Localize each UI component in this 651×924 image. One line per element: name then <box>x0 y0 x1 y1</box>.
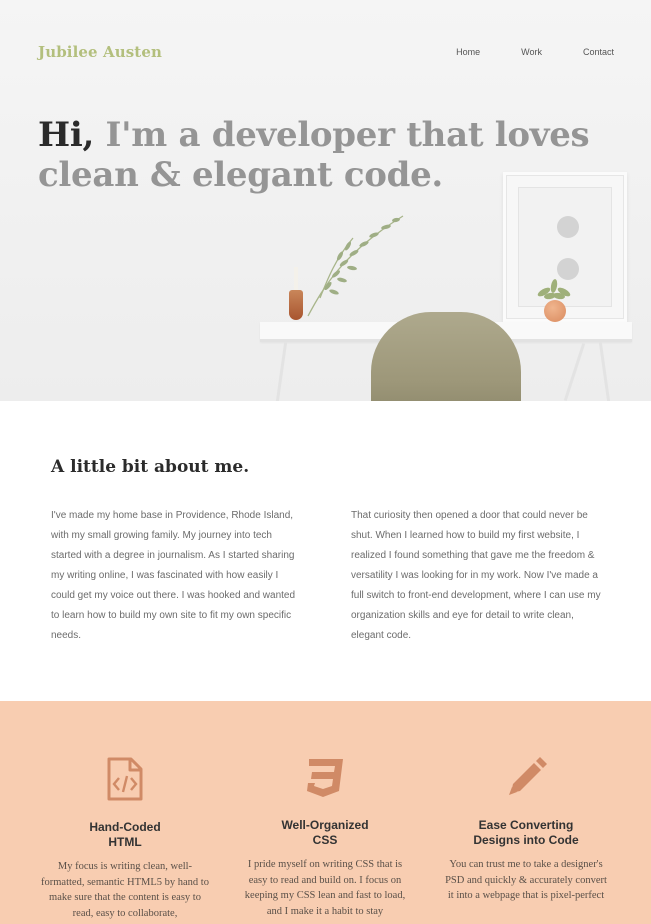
about-title: A little bit about me. <box>51 457 250 477</box>
hero-section: Jubilee Austen Home Work Contact Hi, I'm… <box>0 0 651 401</box>
main-nav: Home Work Contact <box>415 47 614 57</box>
vase-image <box>289 290 303 320</box>
nav-link-work[interactable]: Work <box>521 47 542 57</box>
skill-title: Ease Converting Designs into Code <box>473 818 579 847</box>
desk-leg <box>563 343 586 401</box>
hero-headline: Hi, I'm a developer that loves clean & e… <box>38 115 598 195</box>
skill-description: My focus is writing clean, well-formatte… <box>41 861 209 919</box>
skill-description: I pride myself on writing CSS that is ea… <box>244 859 406 917</box>
site-logo[interactable]: Jubilee Austen <box>38 43 162 61</box>
chair-image <box>371 312 521 401</box>
pencil-icon <box>509 757 547 795</box>
skill-title: Well-Organized CSS <box>281 818 369 847</box>
hero-headline-text: I'm a developer that loves clean & elega… <box>38 115 590 195</box>
skill-card-css: Well-Organized CSS I pride myself on wri… <box>240 701 410 919</box>
hero-greeting: Hi, <box>38 115 94 155</box>
skill-title: Hand-Coded HTML <box>89 820 161 849</box>
about-paragraph-left: I've made my home base in Providence, Rh… <box>51 510 296 641</box>
about-paragraph-right: That curiosity then opened a door that c… <box>351 510 601 641</box>
candle-image <box>294 267 298 291</box>
skills-section: Hand-Coded HTML My focus is writing clea… <box>0 701 651 924</box>
desk-leg <box>275 342 288 401</box>
plant-branch-image <box>307 215 404 317</box>
css3-icon <box>307 759 343 797</box>
nav-link-contact[interactable]: Contact <box>583 47 614 57</box>
skill-description: You can trust me to take a designer's PS… <box>445 859 607 901</box>
html-file-icon <box>107 757 143 801</box>
skill-card-html: Hand-Coded HTML My focus is writing clea… <box>40 701 210 921</box>
nav-link-home[interactable]: Home <box>456 47 480 57</box>
desk-leg <box>598 342 611 401</box>
pot-image <box>544 300 566 322</box>
skill-card-design: Ease Converting Designs into Code You ca… <box>441 701 611 904</box>
